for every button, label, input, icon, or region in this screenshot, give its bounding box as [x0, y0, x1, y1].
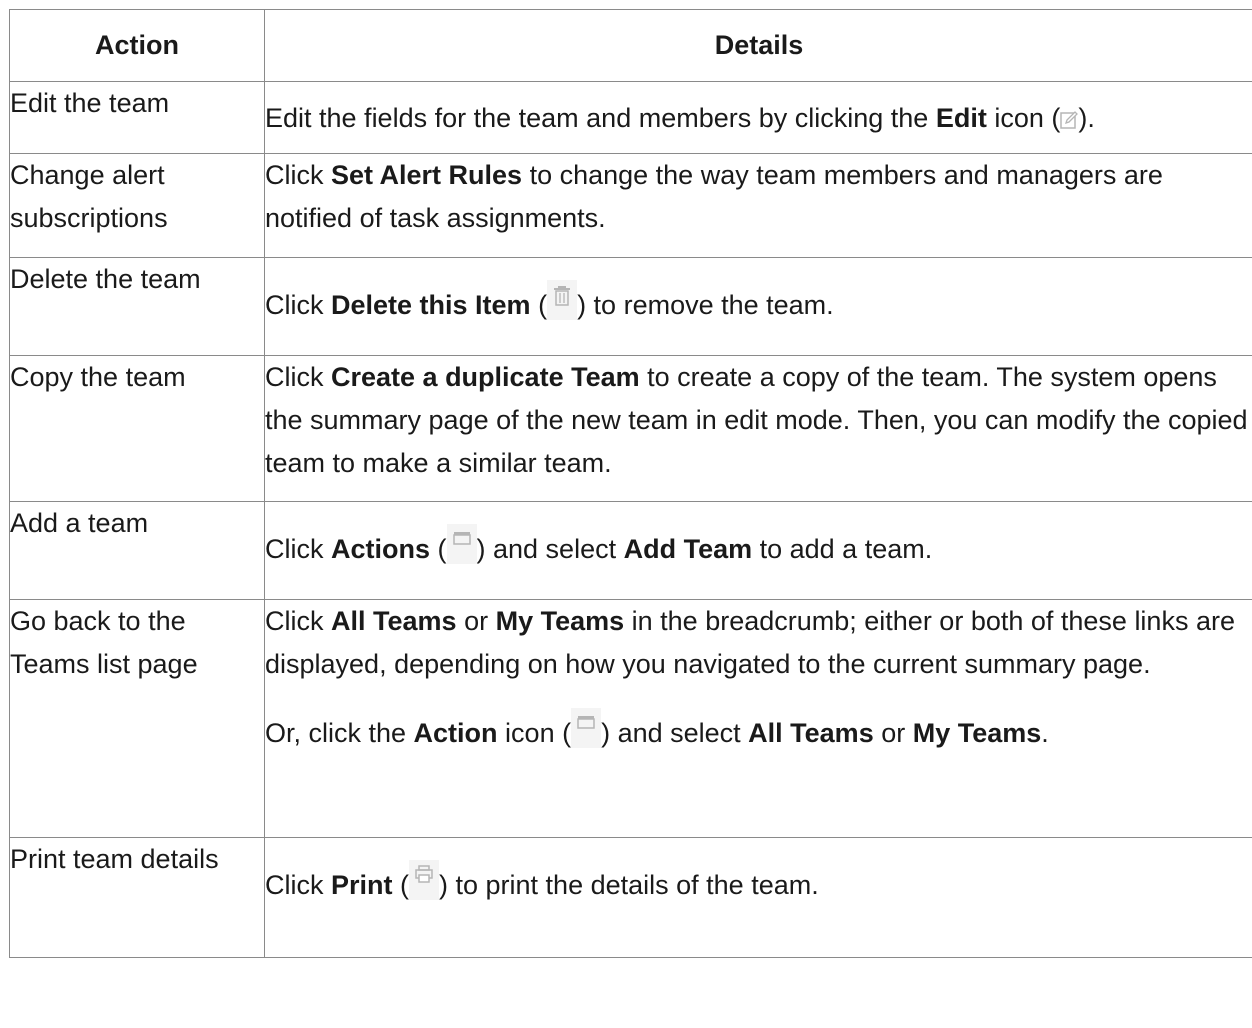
row-details: Click Delete this Item () to remove the … — [264, 257, 1252, 356]
action-label: Action — [413, 718, 498, 748]
details-paragraph: Click All Teams or My Teams in the bread… — [265, 606, 1235, 679]
table-row: Print team details Click Print () to pri… — [9, 837, 1252, 958]
row-details: Click Actions () and select Add Team to … — [264, 501, 1252, 600]
printer-icon — [409, 860, 440, 900]
add-team-label: Add Team — [623, 534, 753, 564]
row-action: Print team details — [9, 837, 265, 958]
edit-label: Edit — [935, 103, 987, 133]
delete-item-label: Delete this Item — [331, 290, 531, 320]
row-details: Click Set Alert Rules to change the way … — [264, 153, 1252, 258]
row-details: Click Print () to print the details of t… — [264, 837, 1252, 958]
table-row: Edit the team Edit the fields for the te… — [9, 81, 1252, 154]
row-details: Edit the fields for the team and members… — [264, 81, 1252, 154]
folder-icon — [571, 708, 602, 748]
action-details-table: Action Details Edit the team Edit the fi… — [9, 9, 1252, 958]
my-teams-label: My Teams — [912, 718, 1042, 748]
row-action: Change alert subscriptions — [9, 153, 265, 258]
my-teams-label: My Teams — [495, 606, 625, 636]
row-action: Add a team — [9, 501, 265, 600]
table-row: Go back to the Teams list page Click All… — [9, 599, 1252, 838]
all-teams-label: All Teams — [748, 718, 874, 748]
trash-icon — [547, 280, 578, 320]
table-row: Change alert subscriptions Click Set Ale… — [9, 153, 1252, 258]
table-row: Add a team Click Actions () and select A… — [9, 501, 1252, 600]
actions-label: Actions — [331, 534, 431, 564]
set-alert-rules-label: Set Alert Rules — [331, 160, 523, 190]
table-row: Delete the team Click Delete this Item (… — [9, 257, 1252, 356]
table-row: Copy the team Click Create a duplicate T… — [9, 355, 1252, 502]
row-action: Delete the team — [9, 257, 265, 356]
edit-icon — [1060, 110, 1079, 130]
details-paragraph: Or, click the Action icon () and select … — [265, 708, 1252, 755]
row-action: Copy the team — [9, 355, 265, 502]
header-details: Details — [264, 9, 1252, 82]
create-duplicate-label: Create a duplicate Team — [331, 362, 640, 392]
table-header-row: Action Details — [9, 9, 1252, 82]
print-label: Print — [331, 870, 393, 900]
header-action: Action — [9, 9, 265, 82]
folder-icon — [446, 524, 477, 564]
all-teams-label: All Teams — [331, 606, 457, 636]
row-details: Click Create a duplicate Team to create … — [264, 355, 1252, 502]
row-action: Go back to the Teams list page — [9, 599, 265, 838]
row-details: Click All Teams or My Teams in the bread… — [264, 599, 1252, 838]
row-action: Edit the team — [9, 81, 265, 154]
